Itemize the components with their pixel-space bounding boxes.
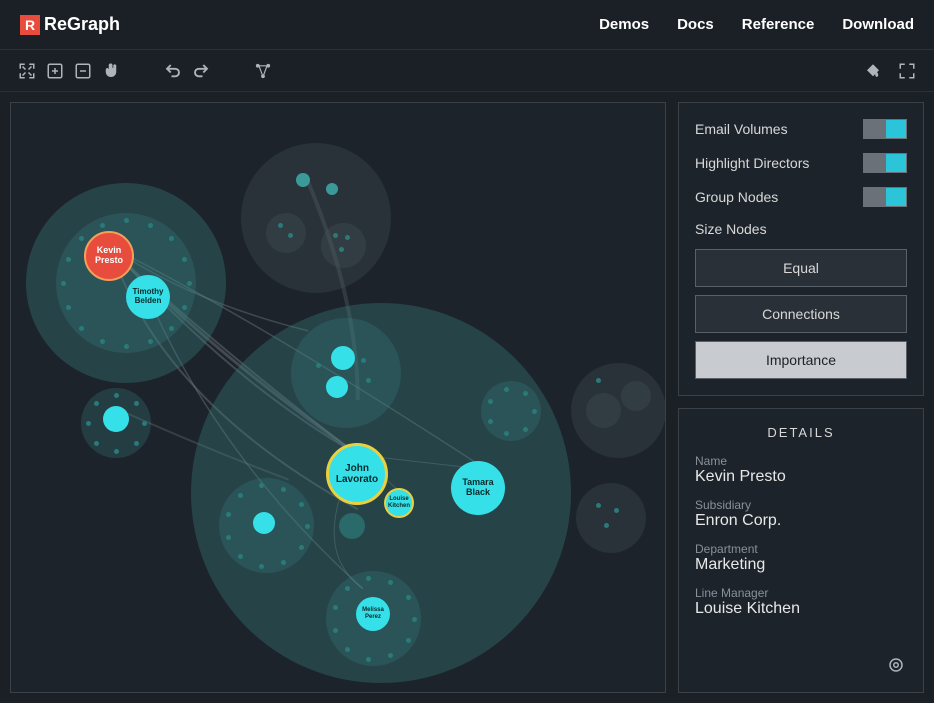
redo-icon[interactable] [190, 60, 212, 82]
option-label: Highlight Directors [695, 155, 809, 171]
graph-canvas[interactable]: Kevin Presto Timothy Belden John Lavorat [10, 102, 666, 693]
toggle-group-nodes[interactable] [863, 187, 907, 207]
detail-label: Line Manager [695, 586, 907, 600]
size-nodes-label: Size Nodes [695, 221, 907, 237]
node-tamara-black[interactable]: Tamara Black [451, 461, 505, 515]
layout-icon[interactable] [252, 60, 274, 82]
logo-icon: R [20, 15, 40, 35]
toggle-email-volumes[interactable] [863, 119, 907, 139]
cluster-group[interactable] [576, 483, 646, 553]
cluster-main[interactable]: John Lavorato Louise Kitchen Tamara Blac… [191, 303, 571, 683]
zoom-out-icon[interactable] [72, 60, 94, 82]
size-importance-button[interactable]: Importance [695, 341, 907, 379]
graph-node[interactable] [253, 512, 275, 534]
fullscreen-icon[interactable] [896, 60, 918, 82]
cluster-group[interactable]: Melissa Perez [326, 571, 421, 666]
size-equal-button[interactable]: Equal [695, 249, 907, 287]
cluster-group[interactable] [219, 478, 314, 573]
graph-node[interactable] [339, 513, 365, 539]
cluster-group[interactable] [241, 143, 391, 293]
gear-icon[interactable] [885, 654, 907, 676]
detail-value-name: Kevin Presto [695, 468, 907, 486]
option-label: Email Volumes [695, 121, 788, 137]
fit-view-icon[interactable] [16, 60, 38, 82]
options-panel: Email Volumes Highlight Directors Group … [678, 102, 924, 396]
nav-reference[interactable]: Reference [742, 16, 815, 33]
undo-icon[interactable] [162, 60, 184, 82]
detail-label: Subsidiary [695, 498, 907, 512]
logo-text: ReGraph [44, 14, 120, 35]
detail-value-department: Marketing [695, 556, 907, 574]
node-timothy-belden[interactable]: Timothy Belden [126, 275, 170, 319]
details-title: DETAILS [695, 425, 907, 440]
option-label: Group Nodes [695, 189, 778, 205]
detail-label: Department [695, 542, 907, 556]
cluster-group[interactable]: Kevin Presto Timothy Belden [26, 183, 226, 383]
nav: Demos Docs Reference Download [599, 16, 914, 33]
nav-demos[interactable]: Demos [599, 16, 649, 33]
zoom-in-icon[interactable] [44, 60, 66, 82]
graph-node[interactable] [326, 376, 348, 398]
pan-icon[interactable] [100, 60, 122, 82]
cluster-group[interactable] [571, 363, 666, 458]
detail-value-subsidiary: Enron Corp. [695, 512, 907, 530]
node-melissa-perez[interactable]: Melissa Perez [356, 597, 390, 631]
cluster-group[interactable] [481, 381, 541, 441]
fill-icon[interactable] [862, 60, 884, 82]
graph-node[interactable] [103, 406, 129, 432]
graph-node[interactable] [331, 346, 355, 370]
node-john-lavorato[interactable]: John Lavorato [326, 443, 388, 505]
nav-docs[interactable]: Docs [677, 16, 714, 33]
detail-value-manager: Louise Kitchen [695, 600, 907, 618]
logo[interactable]: R ReGraph [20, 14, 120, 35]
detail-label: Name [695, 454, 907, 468]
size-connections-button[interactable]: Connections [695, 295, 907, 333]
toolbar [0, 50, 934, 92]
node-kevin-presto[interactable]: Kevin Presto [84, 231, 134, 281]
details-panel: DETAILS Name Kevin Presto Subsidiary Enr… [678, 408, 924, 693]
toggle-highlight-directors[interactable] [863, 153, 907, 173]
nav-download[interactable]: Download [842, 16, 914, 33]
cluster-group[interactable] [81, 388, 151, 458]
node-louise-kitchen[interactable]: Louise Kitchen [384, 488, 414, 518]
